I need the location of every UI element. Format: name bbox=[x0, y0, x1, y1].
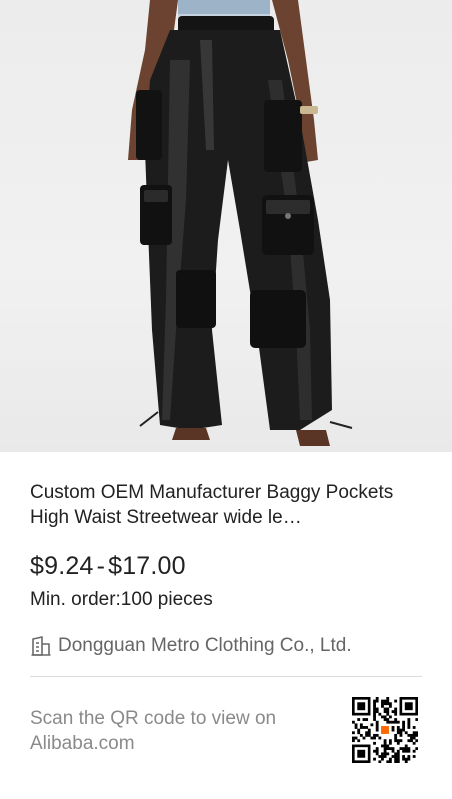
product-card[interactable]: Custom OEM Manufacturer Baggy Pockets Hi… bbox=[0, 0, 452, 799]
divider bbox=[30, 676, 422, 677]
supplier-name: Dongguan Metro Clothing Co., Ltd. bbox=[58, 635, 352, 656]
product-title[interactable]: Custom OEM Manufacturer Baggy Pockets Hi… bbox=[30, 480, 422, 530]
min-order: Min. order:100 pieces bbox=[30, 589, 213, 610]
price-separator: - bbox=[96, 552, 106, 580]
product-image[interactable] bbox=[0, 0, 452, 452]
qr-code-icon[interactable] bbox=[352, 697, 419, 764]
price-min: $9.24 bbox=[30, 552, 94, 580]
price-range: $9.24- $17.00 bbox=[30, 550, 186, 582]
product-photo bbox=[128, 0, 353, 446]
supplier-link[interactable]: Dongguan Metro Clothing Co., Ltd. bbox=[30, 633, 352, 659]
price-max: $17.00 bbox=[108, 552, 186, 580]
scan-qr-text: Scan the QR code to view on Alibaba.com bbox=[30, 708, 277, 754]
building-icon bbox=[30, 635, 52, 657]
